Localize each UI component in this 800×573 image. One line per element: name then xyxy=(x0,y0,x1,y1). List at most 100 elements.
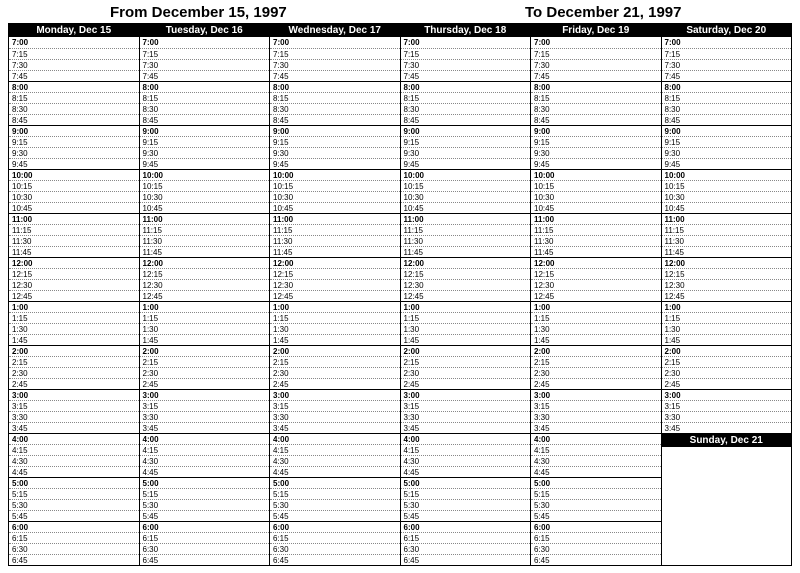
time-slot: 12:30 xyxy=(270,279,400,290)
time-slot: 3:45 xyxy=(9,422,139,433)
time-slot: 10:45 xyxy=(270,202,400,213)
time-slot: 2:45 xyxy=(531,378,661,389)
time-slot: 4:45 xyxy=(531,466,661,477)
time-slot: 8:00 xyxy=(9,81,139,92)
time-slot: 11:00 xyxy=(531,213,661,224)
time-slot: 4:00 xyxy=(9,433,139,444)
time-slot: 4:30 xyxy=(270,455,400,466)
time-slot: 10:15 xyxy=(401,180,531,191)
time-slots: 7:007:157:307:458:008:158:308:459:009:15… xyxy=(140,37,270,565)
time-slot: 5:45 xyxy=(9,510,139,521)
time-slot: 10:00 xyxy=(270,169,400,180)
time-slot: 1:30 xyxy=(9,323,139,334)
time-slot: 6:00 xyxy=(140,521,270,532)
time-slot: 3:00 xyxy=(270,389,400,400)
time-slot: 4:15 xyxy=(9,444,139,455)
day-column-thursday: Thursday, Dec 18 7:007:157:307:458:008:1… xyxy=(401,24,532,565)
time-slot: 12:15 xyxy=(9,268,139,279)
time-slot: 2:15 xyxy=(270,356,400,367)
time-slot: 2:00 xyxy=(531,345,661,356)
time-slot: 3:15 xyxy=(401,400,531,411)
time-slot: 3:45 xyxy=(531,422,661,433)
time-slot: 7:30 xyxy=(9,59,139,70)
time-slot: 2:15 xyxy=(662,356,792,367)
time-slot: 12:30 xyxy=(662,279,792,290)
time-slot: 3:30 xyxy=(401,411,531,422)
from-date: From December 15, 1997 xyxy=(10,4,375,21)
time-slot: 11:30 xyxy=(140,235,270,246)
time-slot: 11:30 xyxy=(270,235,400,246)
time-slot: 1:45 xyxy=(9,334,139,345)
time-slot: 4:30 xyxy=(9,455,139,466)
time-slot: 6:00 xyxy=(9,521,139,532)
day-column-friday: Friday, Dec 19 7:007:157:307:458:008:158… xyxy=(531,24,662,565)
time-slot: 9:30 xyxy=(531,147,661,158)
time-slot: 11:15 xyxy=(140,224,270,235)
day-header-sunday: Sunday, Dec 21 xyxy=(662,433,792,446)
time-slot: 3:30 xyxy=(140,411,270,422)
time-slot: 6:00 xyxy=(531,521,661,532)
time-slot: 2:00 xyxy=(662,345,792,356)
time-slot: 8:00 xyxy=(531,81,661,92)
time-slot: 1:45 xyxy=(401,334,531,345)
time-slot: 11:15 xyxy=(9,224,139,235)
time-slot: 9:15 xyxy=(401,136,531,147)
time-slot: 9:15 xyxy=(662,136,792,147)
time-slot: 6:30 xyxy=(531,543,661,554)
time-slot: 11:00 xyxy=(662,213,792,224)
time-slot: 7:30 xyxy=(401,59,531,70)
time-slot: 10:15 xyxy=(9,180,139,191)
time-slot: 2:30 xyxy=(140,367,270,378)
day-column-wednesday: Wednesday, Dec 17 7:007:157:307:458:008:… xyxy=(270,24,401,565)
time-slot: 7:45 xyxy=(531,70,661,81)
time-slot: 8:30 xyxy=(662,103,792,114)
time-slot: 9:30 xyxy=(140,147,270,158)
time-slot: 1:30 xyxy=(662,323,792,334)
time-slot: 10:00 xyxy=(662,169,792,180)
time-slot: 12:00 xyxy=(140,257,270,268)
time-slot: 10:45 xyxy=(531,202,661,213)
time-slot: 10:15 xyxy=(140,180,270,191)
time-slot: 8:00 xyxy=(662,81,792,92)
time-slot: 11:45 xyxy=(270,246,400,257)
time-slot: 6:15 xyxy=(401,532,531,543)
time-slot: 9:45 xyxy=(662,158,792,169)
time-slot: 6:45 xyxy=(401,554,531,565)
time-slot: 1:00 xyxy=(531,301,661,312)
time-slot: 6:15 xyxy=(140,532,270,543)
time-slot: 8:45 xyxy=(270,114,400,125)
time-slot: 8:15 xyxy=(270,92,400,103)
day-header: Tuesday, Dec 16 xyxy=(140,24,270,37)
time-slot: 1:00 xyxy=(9,301,139,312)
time-slot: 11:15 xyxy=(662,224,792,235)
time-slot: 12:45 xyxy=(9,290,139,301)
time-slot: 11:45 xyxy=(662,246,792,257)
time-slot: 8:15 xyxy=(9,92,139,103)
time-slot: 7:30 xyxy=(270,59,400,70)
time-slot: 5:00 xyxy=(401,477,531,488)
time-slot: 6:30 xyxy=(9,543,139,554)
time-slot: 2:30 xyxy=(9,367,139,378)
time-slot: 10:30 xyxy=(401,191,531,202)
time-slot: 10:15 xyxy=(662,180,792,191)
time-slot: 10:45 xyxy=(401,202,531,213)
time-slot: 9:30 xyxy=(270,147,400,158)
time-slot: 6:30 xyxy=(401,543,531,554)
time-slot: 11:30 xyxy=(662,235,792,246)
time-slot: 4:00 xyxy=(401,433,531,444)
day-header: Friday, Dec 19 xyxy=(531,24,661,37)
time-slot: 11:15 xyxy=(401,224,531,235)
time-slot: 6:45 xyxy=(140,554,270,565)
time-slot: 6:45 xyxy=(531,554,661,565)
time-slot: 7:30 xyxy=(662,59,792,70)
time-slot: 6:45 xyxy=(270,554,400,565)
time-slot: 10:30 xyxy=(9,191,139,202)
time-slot: 1:30 xyxy=(531,323,661,334)
time-slot: 12:45 xyxy=(531,290,661,301)
weekly-planner: From December 15, 1997 To December 21, 1… xyxy=(0,0,800,573)
time-slot: 9:00 xyxy=(140,125,270,136)
time-slot: 2:00 xyxy=(401,345,531,356)
time-slot: 11:45 xyxy=(9,246,139,257)
time-slot: 9:00 xyxy=(662,125,792,136)
time-slot: 5:45 xyxy=(140,510,270,521)
